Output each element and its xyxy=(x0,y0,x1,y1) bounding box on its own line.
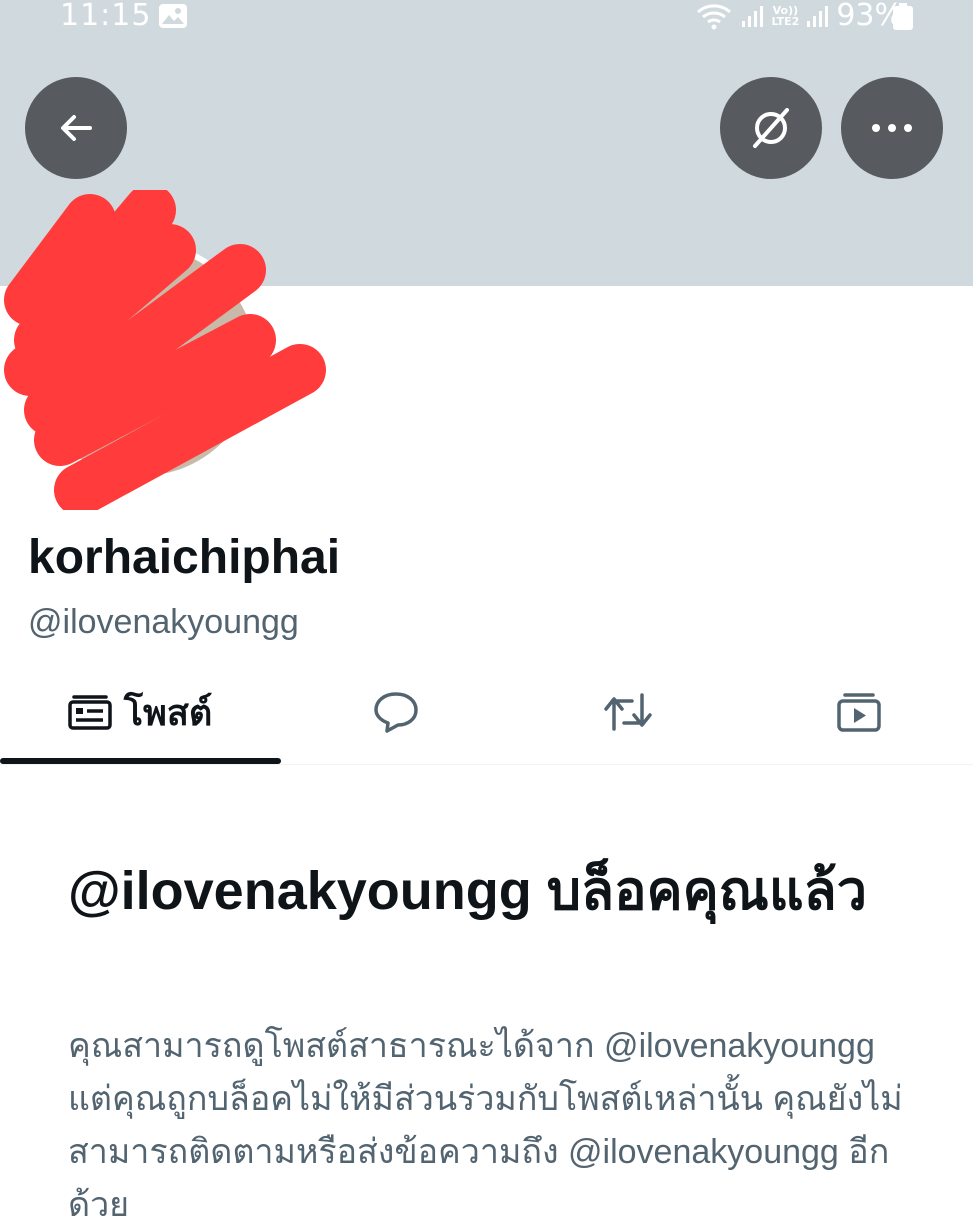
tab-posts[interactable]: โพสต์ xyxy=(0,660,280,764)
profile-tabs: โพสต์ xyxy=(0,660,973,765)
grok-icon xyxy=(753,108,789,148)
profile-handle: @ilovenakyoungg xyxy=(28,603,299,641)
tab-media[interactable] xyxy=(744,660,973,764)
back-button[interactable] xyxy=(25,77,127,179)
tab-reposts[interactable] xyxy=(512,660,744,764)
tab-posts-label: โพสต์ xyxy=(123,692,213,734)
arrow-left-icon xyxy=(61,115,92,141)
status-time: 11:15 xyxy=(60,0,152,33)
wifi-icon xyxy=(697,3,732,29)
signal-icon-sim2 xyxy=(807,5,829,27)
more-horizontal-icon xyxy=(872,124,912,132)
tab-replies[interactable] xyxy=(280,660,512,764)
battery-icon xyxy=(893,3,913,30)
more-button[interactable] xyxy=(841,77,943,179)
blocked-description: คุณสามารถดูโพสต์สาธารณะได้จาก @ilovenaky… xyxy=(68,1027,903,1224)
display-name: korhaichiphai xyxy=(28,531,341,584)
status-icons: Vo)) LTE2 93% xyxy=(694,0,903,33)
status-bar: 11:15 Vo)) LTE2 93% xyxy=(0,0,973,36)
grok-button[interactable] xyxy=(720,77,822,179)
volte-indicator: Vo)) LTE2 xyxy=(771,5,799,27)
signal-icon-sim1 xyxy=(742,5,764,27)
repost-icon xyxy=(604,693,652,731)
media-icon xyxy=(836,693,881,732)
gallery-notification-icon xyxy=(159,4,187,28)
volte-label: Vo)) xyxy=(772,3,799,17)
network-label: LTE2 xyxy=(771,14,800,28)
reply-bubble-icon xyxy=(374,692,418,733)
blocked-title: @ilovenakyoungg บล็อคคุณแล้ว xyxy=(68,861,868,921)
redaction-scribble xyxy=(4,190,326,510)
tab-selected-indicator xyxy=(0,758,281,764)
posts-icon xyxy=(68,695,112,730)
